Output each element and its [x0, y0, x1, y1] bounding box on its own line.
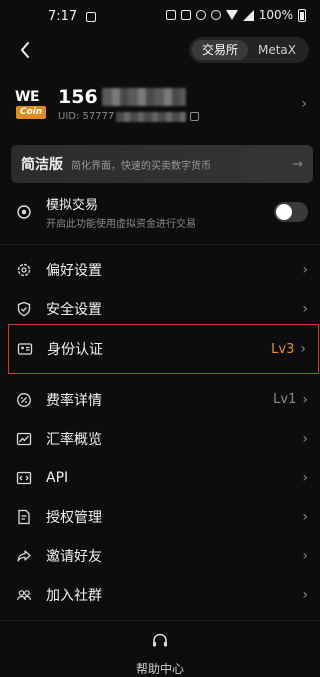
app-icon	[180, 10, 191, 20]
headset-icon	[153, 633, 167, 647]
menu-label: 汇率概览	[46, 431, 102, 448]
battery-percent: 100%	[258, 8, 293, 22]
menu-preferences[interactable]: 偏好设置 ›	[0, 250, 320, 289]
back-button[interactable]	[14, 38, 38, 62]
uid-line: UID: 57777	[58, 111, 200, 122]
back-arrow-icon	[20, 42, 29, 58]
menu-label: 授权管理	[46, 509, 102, 526]
verification-level: Lv3	[271, 341, 295, 357]
simulated-label: 模拟交易	[46, 198, 99, 213]
tab-metax[interactable]: MetaX	[248, 40, 306, 60]
copy-icon[interactable]	[190, 112, 200, 121]
id-card-icon	[17, 341, 33, 357]
simulated-description: 开启此功能使用虚拟资金进行交易	[46, 219, 196, 230]
status-time: 7:17	[48, 9, 78, 24]
phone-prefix: 156	[58, 86, 98, 108]
battery-icon	[298, 8, 306, 22]
chevron-right-icon: ›	[302, 430, 308, 447]
document-icon	[16, 509, 32, 525]
menu-label: 安全设置	[46, 301, 102, 318]
wifi-icon	[225, 10, 238, 20]
chevron-right-icon: ›	[302, 547, 308, 564]
chevron-right-icon: ›	[302, 469, 308, 486]
menu-label: API	[46, 469, 69, 486]
tab-exchange[interactable]: 交易所	[191, 40, 248, 60]
divider	[0, 620, 320, 621]
app-logo: WE Coin	[15, 89, 47, 121]
banner-subtitle: 简化界面，快速的买卖数字货币	[71, 160, 211, 172]
menu-api[interactable]: API ›	[0, 458, 320, 497]
menu-join-community[interactable]: 加入社群 ›	[0, 575, 320, 614]
arrow-right-icon: →	[292, 156, 303, 172]
status-bar: 7:17 100%	[0, 0, 320, 34]
simple-mode-banner[interactable]: 简洁版 简化界面，快速的买卖数字货币 →	[11, 145, 313, 183]
chevron-right-icon: ›	[302, 300, 308, 317]
mute-icon	[210, 10, 221, 20]
chevron-right-icon: ›	[302, 391, 308, 408]
banner-title: 简洁版	[21, 157, 63, 173]
community-icon	[16, 587, 32, 603]
menu-exchange-rate[interactable]: 汇率概览 ›	[0, 419, 320, 458]
notification-icon	[86, 11, 96, 26]
logo-text: WE	[15, 89, 40, 105]
menu-label: 身份认证	[47, 342, 103, 358]
menu-label: 加入社群	[46, 587, 102, 604]
signal-icon	[242, 9, 254, 21]
nfc-icon	[165, 10, 176, 20]
shield-icon	[16, 301, 32, 317]
uid-blurred	[116, 111, 187, 122]
logo-coin: Coin	[16, 106, 46, 119]
menu-label: 偏好设置	[46, 262, 102, 279]
dnd-icon	[195, 10, 206, 20]
menu-invite-friends[interactable]: 邀请好友 ›	[0, 536, 320, 575]
profile-chevron-icon[interactable]: ›	[301, 96, 307, 112]
mode-switch[interactable]: 交易所 MetaX	[188, 37, 309, 63]
share-icon	[16, 548, 32, 564]
simulated-toggle[interactable]	[274, 202, 308, 222]
phone-blurred	[101, 88, 186, 106]
chevron-right-icon: ›	[302, 586, 308, 603]
menu-label: 邀请好友	[46, 548, 102, 565]
account-phone[interactable]: 156	[58, 86, 186, 108]
gear-icon	[16, 262, 32, 278]
percent-icon	[16, 392, 32, 408]
menu-label: 费率详情	[46, 392, 102, 409]
menu-security[interactable]: 安全设置 ›	[0, 289, 320, 328]
chevron-right-icon: ›	[302, 508, 308, 525]
chevron-right-icon: ›	[302, 261, 308, 278]
menu-authorization[interactable]: 授权管理 ›	[0, 497, 320, 536]
help-center-label: 帮助中心	[135, 662, 184, 676]
help-center-button[interactable]: 帮助中心	[0, 632, 320, 677]
menu-fee-details[interactable]: 费率详情 Lv1 ›	[0, 380, 320, 419]
simulated-trading-row: 模拟交易 开启此功能使用虚拟资金进行交易	[0, 194, 320, 230]
simulate-icon	[16, 204, 32, 220]
chevron-right-icon: ›	[300, 341, 306, 357]
divider	[0, 244, 320, 245]
fee-level: Lv1	[273, 392, 297, 407]
chart-icon	[16, 431, 32, 447]
menu-identity-verification[interactable]: 身份认证 Lv3 ›	[8, 324, 319, 374]
uid-text: UID: 57777	[58, 111, 115, 122]
code-icon	[16, 470, 32, 486]
